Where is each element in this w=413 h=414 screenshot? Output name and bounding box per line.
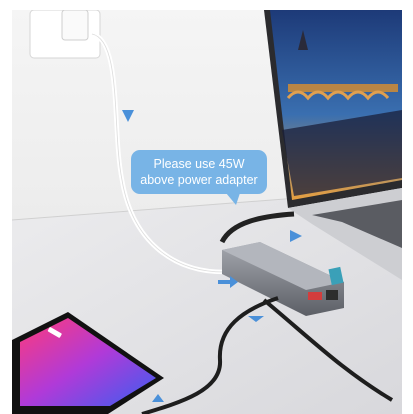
- wall-outlet-icon: [29, 10, 101, 59]
- power-adapter-callout: Please use 45W above power adapter: [131, 150, 267, 194]
- callout-tail: [226, 193, 240, 205]
- callout-line-1: Please use 45W: [153, 157, 245, 171]
- callout-line-2: above power adapter: [140, 173, 258, 187]
- product-photo: [12, 10, 402, 414]
